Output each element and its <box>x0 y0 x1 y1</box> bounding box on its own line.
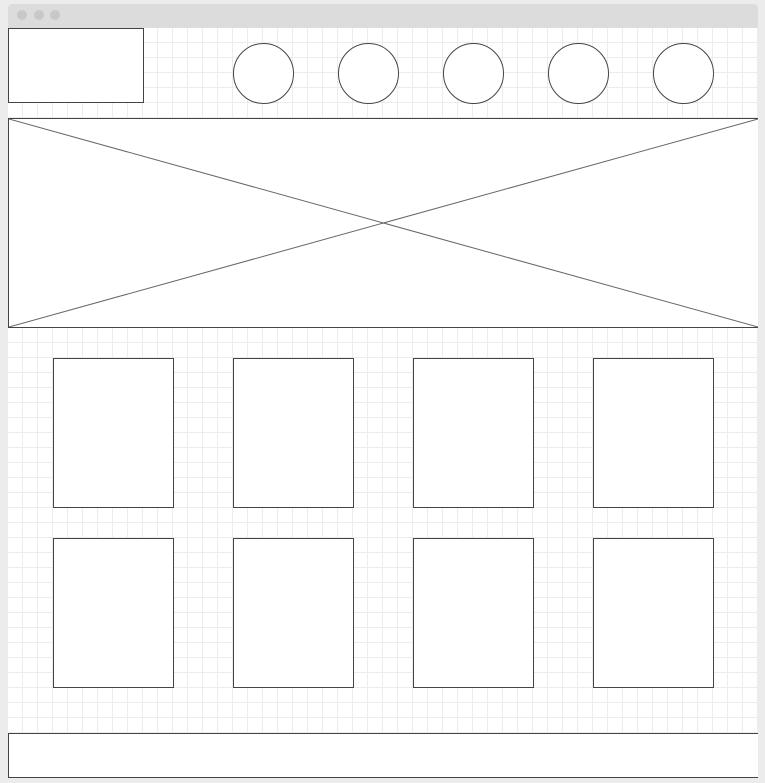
card-5[interactable] <box>53 538 174 688</box>
card-6[interactable] <box>233 538 354 688</box>
close-dot-icon[interactable] <box>17 10 27 20</box>
card-8[interactable] <box>593 538 714 688</box>
card-1[interactable] <box>53 358 174 508</box>
minimize-dot-icon[interactable] <box>34 10 44 20</box>
card-7[interactable] <box>413 538 534 688</box>
maximize-dot-icon[interactable] <box>50 10 60 20</box>
image-placeholder-icon <box>9 119 758 327</box>
logo-placeholder[interactable] <box>8 28 144 103</box>
footer-placeholder <box>8 733 758 778</box>
card-3[interactable] <box>413 358 534 508</box>
nav-item-3[interactable] <box>443 43 504 104</box>
card-4[interactable] <box>593 358 714 508</box>
hero-image-placeholder <box>8 118 758 328</box>
wireframe-canvas <box>8 28 758 778</box>
title-bar <box>8 4 758 28</box>
card-2[interactable] <box>233 358 354 508</box>
nav-item-2[interactable] <box>338 43 399 104</box>
nav-item-4[interactable] <box>548 43 609 104</box>
browser-window <box>8 4 758 778</box>
nav-item-5[interactable] <box>653 43 714 104</box>
nav-item-1[interactable] <box>233 43 294 104</box>
